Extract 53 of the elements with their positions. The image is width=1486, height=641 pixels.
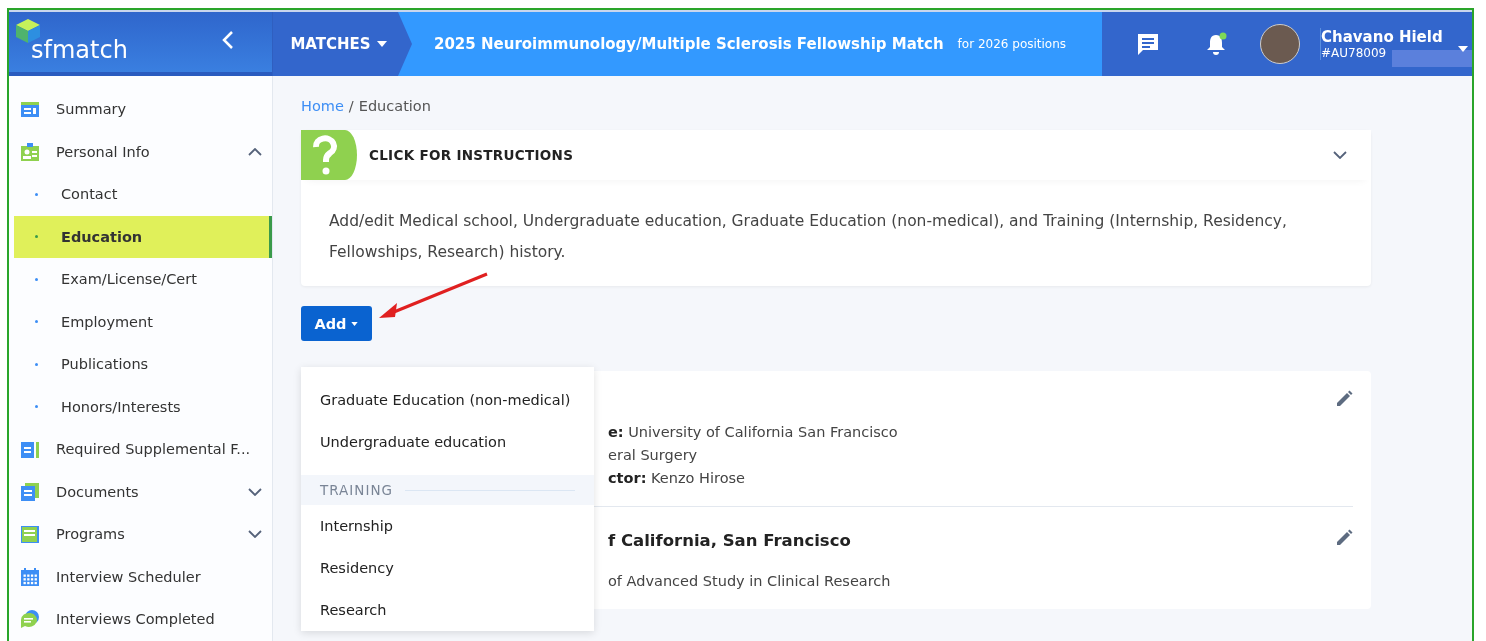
id-card-icon <box>20 141 40 162</box>
menu-item[interactable]: Residency <box>301 547 594 589</box>
edit-icon[interactable] <box>1335 529 1353 547</box>
breadcrumb-separator: / <box>348 98 354 114</box>
chevron-left-icon[interactable] <box>222 30 234 50</box>
sidebar-item[interactable]: Personal Info <box>9 130 272 173</box>
sidebar-subitem[interactable]: Exam/License/Cert <box>14 258 272 301</box>
instructions-text: Add/edit Medical school, Undergraduate education, Graduate Education (non-medical), and Training (Internship, Residency, Fellowships, Research) history. <box>328 211 1288 263</box>
add-button[interactable]: Add <box>301 306 372 341</box>
menu-item[interactable]: Internship <box>301 505 594 547</box>
record-line: ctor: Kenzo Hirose <box>608 469 745 488</box>
document-icon <box>20 439 40 460</box>
document-icon <box>20 524 40 545</box>
sidebar-subitem[interactable]: Education <box>14 215 272 258</box>
document-icon <box>20 481 40 502</box>
chat-bubble-icon <box>20 609 40 630</box>
sidebar-subitem[interactable]: Honors/Interests <box>14 385 272 428</box>
instructions-header[interactable]: CLICK FOR INSTRUCTIONS <box>301 130 1371 180</box>
user-id: #AU78009 <box>1321 46 1388 60</box>
match-title: 2025 Neuroimmunology/Multiple Sclerosis Fellowship Match <box>434 35 944 53</box>
chevron-down-icon[interactable] <box>248 487 262 496</box>
record-title: f California, San Francisco <box>608 530 851 552</box>
menu-section-header: TRAINING <box>320 482 393 498</box>
menu-item[interactable]: Undergraduate education <box>301 421 594 463</box>
record-line: eral Surgery <box>608 446 698 465</box>
sidebar-item[interactable]: Summary <box>9 88 272 131</box>
caret-icon[interactable] <box>1458 46 1468 52</box>
chevron-down-icon[interactable] <box>248 530 262 539</box>
sidebar-subitem[interactable]: Publications <box>14 343 272 386</box>
caret-icon <box>376 41 387 47</box>
message-icon[interactable] <box>1136 32 1160 56</box>
menu-item[interactable]: Research <box>301 589 594 631</box>
sidebar-subitem[interactable]: Contact <box>14 173 272 216</box>
chevron-up-icon[interactable] <box>248 147 262 156</box>
document-icon <box>20 99 40 120</box>
record-line: e: University of California San Francisco <box>608 423 898 442</box>
record-line: of Advanced Study in Clinical Research <box>608 572 891 591</box>
calendar-icon <box>20 566 40 587</box>
sidebar-item[interactable]: Interview Scheduler <box>9 555 272 598</box>
matches-menu[interactable]: MATCHES <box>272 12 412 76</box>
sidebar-item[interactable]: Interviews Completed <box>9 598 272 641</box>
match-subtitle: for 2026 positions <box>957 37 1067 51</box>
user-name: Chavano Hield <box>1321 28 1443 46</box>
sidebar-item[interactable]: Required Supplemental F... <box>9 428 272 471</box>
sidebar-subitem[interactable]: Employment <box>14 300 272 343</box>
edit-icon[interactable] <box>1335 390 1353 408</box>
menu-item[interactable]: Graduate Education (non-medical) <box>301 379 594 421</box>
caret-icon <box>351 321 359 326</box>
sidebar-item[interactable]: Programs <box>9 513 272 556</box>
breadcrumb-current: Education <box>358 98 431 114</box>
sidebar-item[interactable]: Documents <box>9 470 272 513</box>
avatar[interactable] <box>1260 24 1300 64</box>
logo-text: sfmatch <box>31 36 128 64</box>
